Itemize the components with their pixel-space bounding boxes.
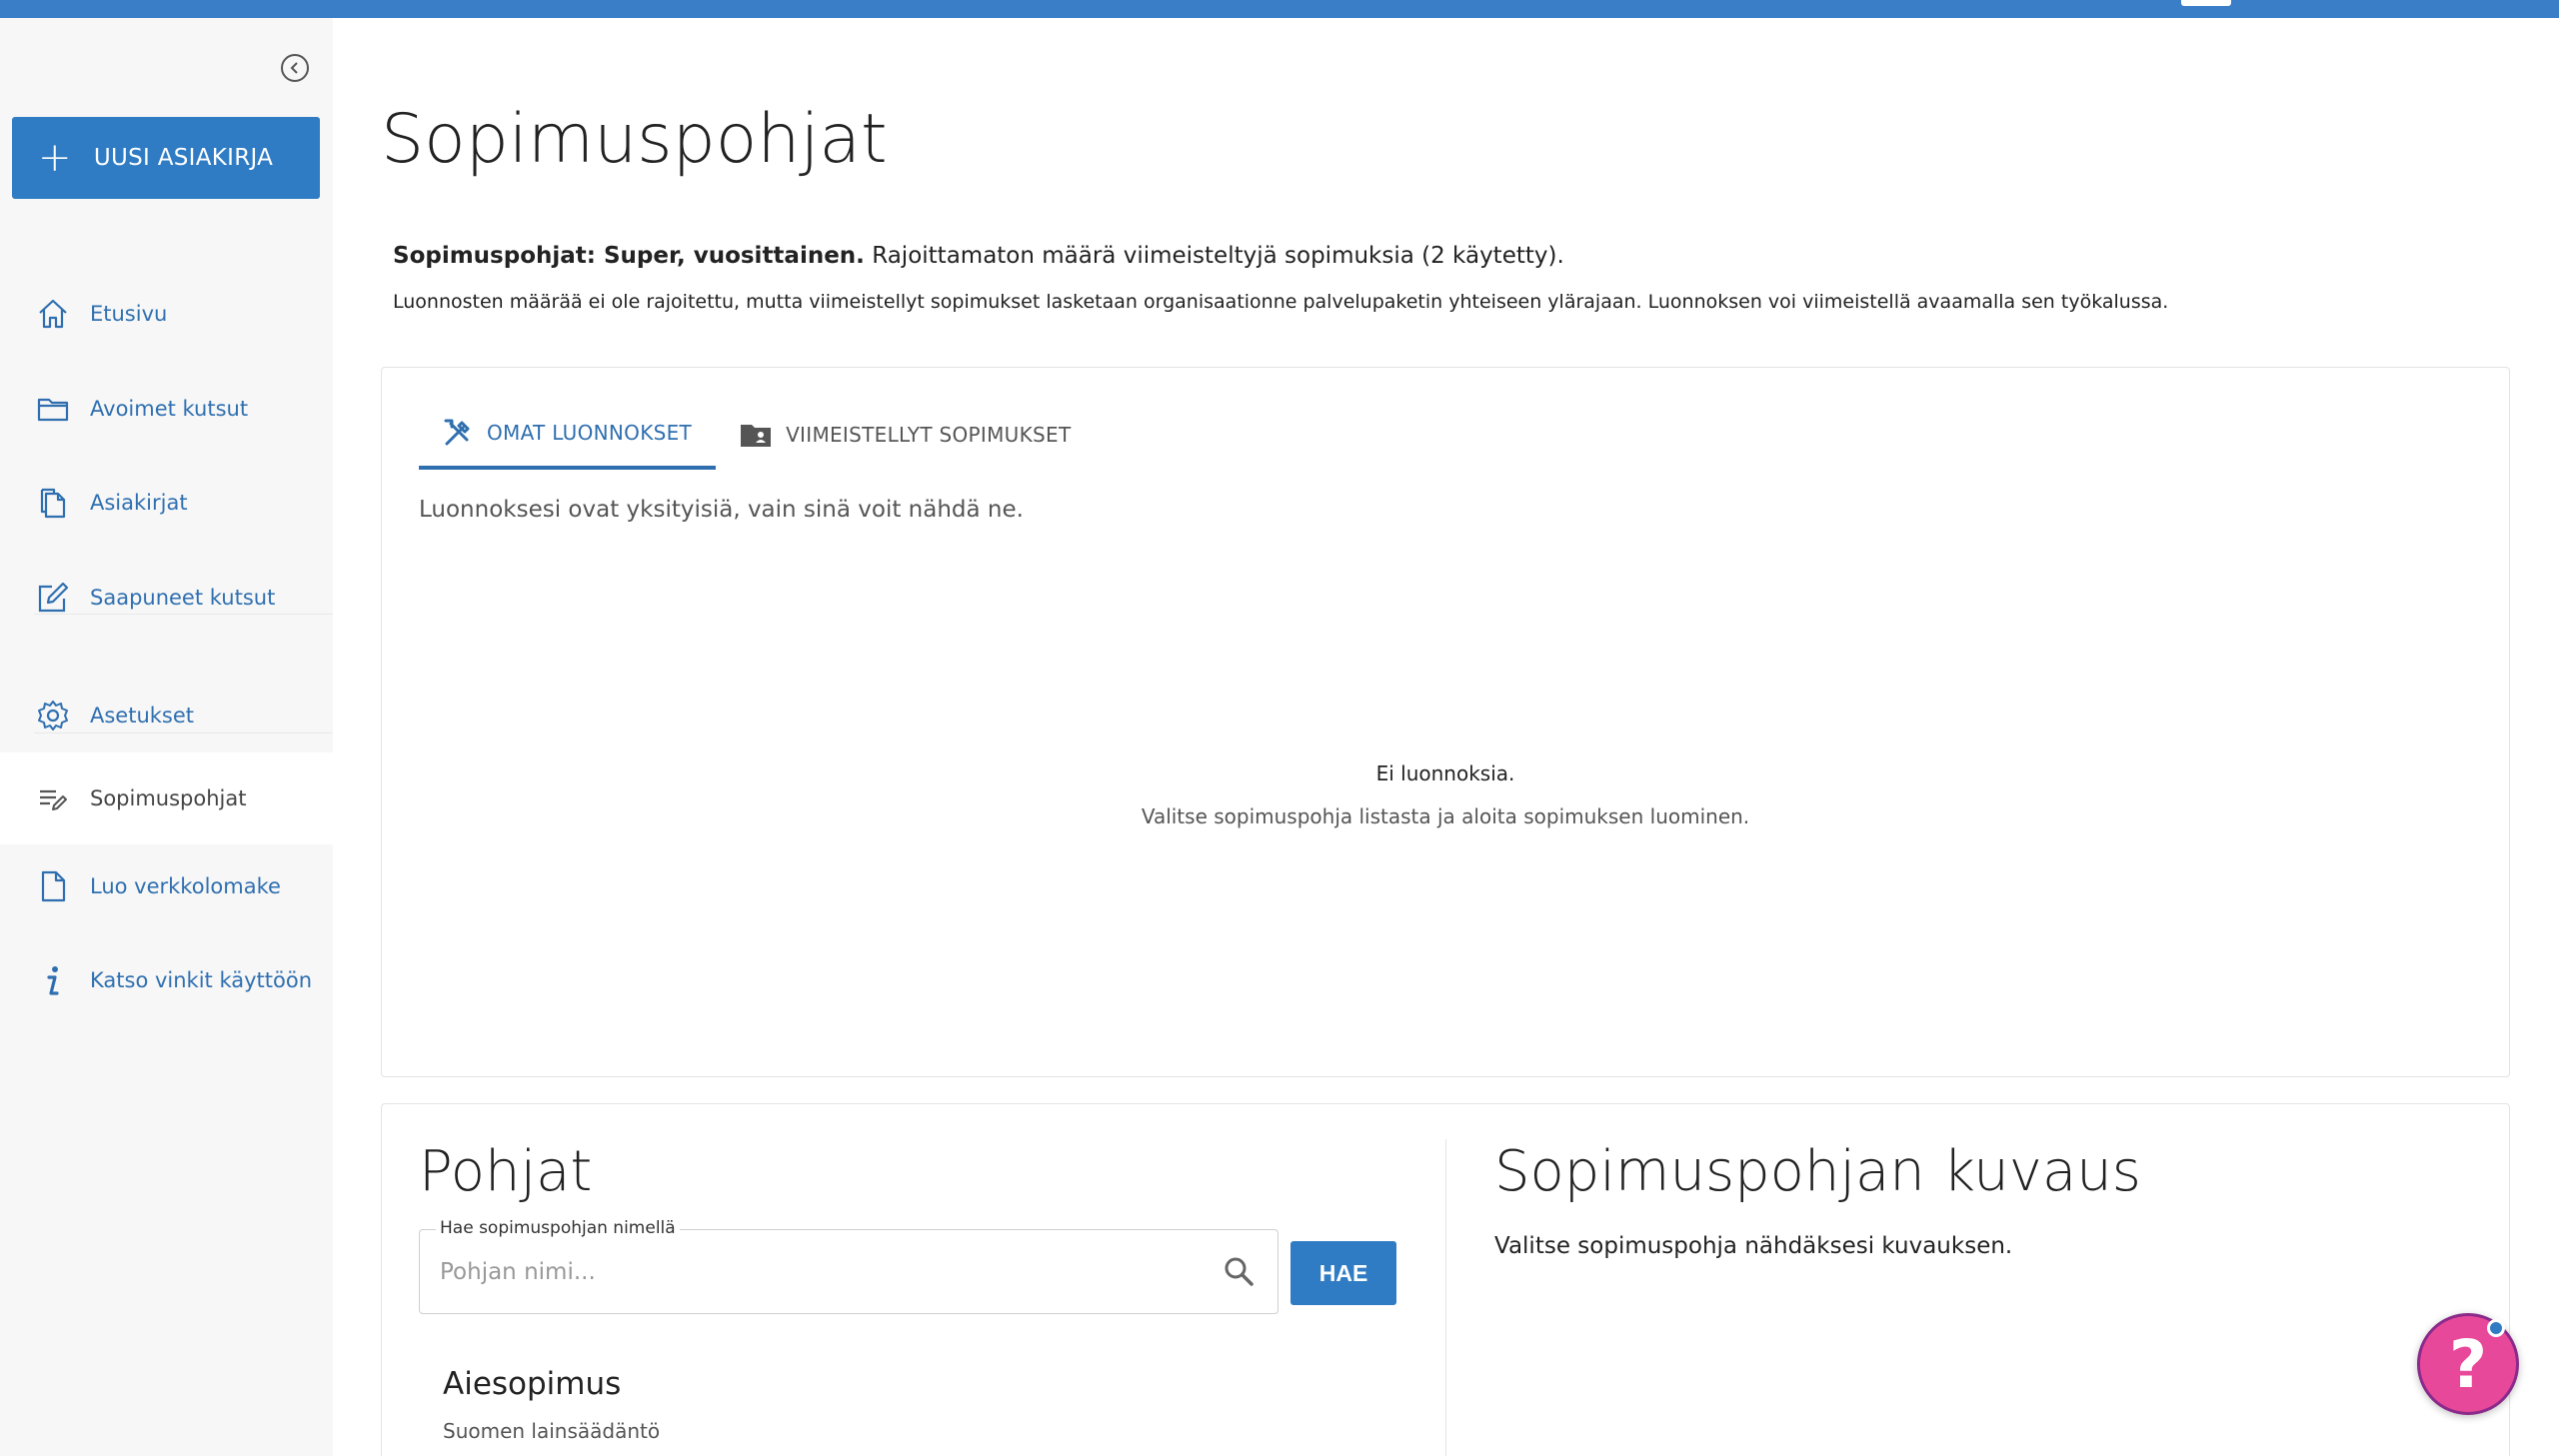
drafts-tabs: OMAT LUONNOKSET VIIMEISTELLYT SOPIMUKSET	[419, 400, 1095, 470]
drafts-card	[381, 367, 2510, 1077]
sidebar-item-asiakirjat[interactable]: Asiakirjat	[0, 460, 333, 546]
sidebar-item-label: Avoimet kutsut	[90, 397, 249, 421]
plan-description: Luonnosten määrää ei ole rajoitettu, mut…	[393, 291, 2169, 313]
edit-icon	[34, 579, 72, 617]
sidebar-item-label: Katso vinkit käyttöön	[90, 968, 313, 992]
tab-label: VIIMEISTELLYT SOPIMUKSET	[786, 423, 1072, 447]
plan-info: Sopimuspohjat: Super, vuosittainen. Rajo…	[393, 243, 1564, 269]
tab-viimeistellyt-sopimukset[interactable]: VIIMEISTELLYT SOPIMUKSET	[716, 400, 1095, 470]
sidebar-divider	[34, 732, 333, 733]
column-divider	[1445, 1139, 1446, 1456]
privacy-note: Luonnoksesi ovat yksityisiä, vain sinä v…	[419, 497, 1024, 523]
template-search-input[interactable]	[440, 1252, 1180, 1292]
top-bar-chip[interactable]	[2181, 0, 2231, 6]
chevron-left-icon	[290, 62, 298, 74]
sidebar-item-etusivu[interactable]: Etusivu	[0, 271, 333, 357]
template-item-subtitle: Suomen lainsäädäntö	[443, 1419, 661, 1443]
sidebar-item-label: Luo verkkolomake	[90, 874, 281, 898]
search-field-label: Hae sopimuspohjan nimellä	[436, 1218, 680, 1238]
template-search-field: Hae sopimuspohjan nimellä	[419, 1218, 1279, 1314]
templates-heading: Pohjat	[419, 1139, 593, 1204]
sidebar-item-luo-verkkolomake[interactable]: Luo verkkolomake	[0, 843, 333, 929]
gear-icon	[34, 697, 72, 734]
plan-name: Sopimuspohjat: Super, vuosittainen.	[393, 243, 865, 269]
shared-folder-icon	[740, 421, 772, 449]
plus-icon: +	[38, 135, 72, 181]
home-icon	[34, 295, 72, 333]
tools-icon	[443, 418, 473, 448]
empty-state-title: Ei luonnoksia.	[1375, 761, 1515, 785]
top-bar	[0, 0, 2559, 18]
info-icon	[34, 961, 72, 999]
new-document-button[interactable]: + UUSI ASIAKIRJA	[12, 117, 320, 199]
sidebar-divider	[34, 614, 333, 615]
sidebar-item-label: Etusivu	[90, 302, 168, 326]
description-text: Valitse sopimuspohja nähdäksesi kuvaukse…	[1494, 1233, 2013, 1259]
description-heading: Sopimuspohjan kuvaus	[1494, 1139, 2141, 1204]
search-button[interactable]: HAE	[1290, 1241, 1396, 1305]
documents-icon	[34, 484, 72, 522]
file-icon	[34, 867, 72, 905]
plan-details: Rajoittamaton määrä viimeisteltyjä sopim…	[864, 243, 1564, 269]
notification-dot	[2487, 1319, 2505, 1337]
sidebar-item-avoimet-kutsut[interactable]: Avoimet kutsut	[0, 366, 333, 452]
collapse-sidebar-button[interactable]	[281, 54, 309, 82]
sidebar: + UUSI ASIAKIRJA Etusivu Avoimet kutsut …	[0, 18, 333, 1456]
tab-label: OMAT LUONNOKSET	[487, 421, 693, 445]
new-document-label: UUSI ASIAKIRJA	[93, 145, 274, 171]
sidebar-item-saapuneet-kutsut[interactable]: Saapuneet kutsut	[0, 555, 333, 641]
sidebar-item-asetukset[interactable]: Asetukset	[0, 673, 333, 758]
page-title: Sopimuspohjat	[381, 100, 888, 179]
template-item-title[interactable]: Aiesopimus	[443, 1366, 621, 1402]
search-icon[interactable]	[1222, 1254, 1256, 1292]
empty-state-subtitle: Valitse sopimuspohja listasta ja aloita …	[1141, 804, 1750, 828]
sidebar-item-label: Asetukset	[90, 704, 195, 728]
sidebar-item-label: Saapuneet kutsut	[90, 586, 276, 610]
sidebar-item-label: Asiakirjat	[90, 491, 188, 515]
folder-icon	[34, 390, 72, 428]
sidebar-item-katso-vinkit[interactable]: Katso vinkit käyttöön	[0, 937, 333, 1023]
tab-omat-luonnokset[interactable]: OMAT LUONNOKSET	[419, 400, 717, 470]
